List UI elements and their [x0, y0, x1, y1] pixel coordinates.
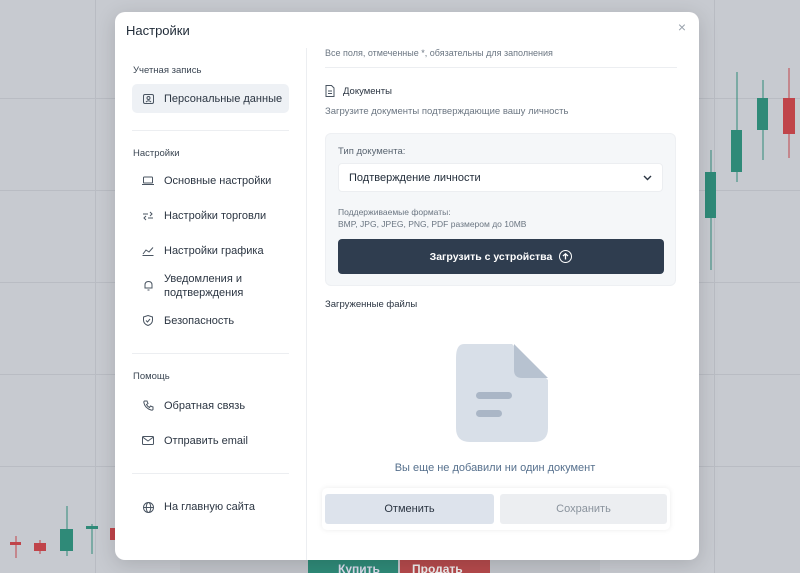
documents-subtitle: Загрузите документы подтверждающие вашу … — [325, 106, 569, 117]
save-button[interactable]: Сохранить — [500, 494, 667, 524]
candle — [10, 536, 21, 558]
sidebar-item-label: Уведомления и подтверждения — [164, 272, 244, 299]
sell-button[interactable]: Продать — [400, 559, 490, 573]
documents-heading: Документы — [325, 85, 682, 97]
upload-icon — [559, 250, 573, 263]
candle — [705, 150, 716, 270]
settings-modal: Настройки × Учетная запись Персональные … — [115, 12, 699, 560]
sidebar-item-notifications[interactable]: Уведомления и подтверждения — [132, 268, 289, 303]
doc-type-label: Тип документа: — [338, 146, 406, 157]
divider — [325, 67, 677, 68]
sidebar-item-label: Основные настройки — [164, 175, 272, 187]
candle — [783, 68, 795, 158]
sidebar-item-label: Настройки графика — [164, 244, 264, 257]
phone-icon — [142, 400, 154, 412]
settings-content: Все поля, отмеченные *, обязательны для … — [308, 48, 699, 560]
buy-button[interactable]: Купить — [308, 559, 398, 573]
settings-sidebar: Учетная запись Персональные данные Настр… — [115, 48, 307, 560]
documents-title: Документы — [343, 85, 392, 97]
globe-icon — [142, 501, 154, 513]
laptop-icon — [142, 175, 154, 187]
sidebar-group-title: Настройки — [133, 148, 180, 159]
upload-button-label: Загрузить с устройства — [429, 250, 553, 263]
id-card-icon — [142, 93, 154, 105]
sidebar-item-send-email[interactable]: Отправить email — [132, 423, 289, 458]
sidebar-item-label: Обратная связь — [164, 399, 246, 412]
sidebar-item-label: Отправить email — [164, 434, 248, 447]
formats-label: Поддерживаемые форматы: — [338, 207, 451, 217]
empty-document-icon — [456, 344, 548, 442]
required-fields-note: Все поля, отмеченные *, обязательны для … — [325, 48, 553, 58]
upload-from-device-button[interactable]: Загрузить с устройства — [338, 239, 664, 274]
doc-type-value: Подтверждение личности — [349, 171, 481, 184]
sidebar-item-chart-settings[interactable]: Настройки графика — [132, 233, 289, 268]
upload-card: Тип документа: Подтверждение личности По… — [325, 133, 676, 286]
cancel-button[interactable]: Отменить — [325, 494, 494, 524]
sidebar-item-label: На главную сайта — [164, 501, 255, 513]
sidebar-group-title: Помощь — [133, 371, 170, 382]
modal-footer: Отменить Сохранить — [322, 488, 670, 530]
sidebar-item-label: Персональные данные — [164, 92, 283, 105]
candle — [34, 540, 46, 554]
exchange-icon — [142, 210, 154, 222]
sidebar-group-title: Учетная запись — [133, 65, 202, 76]
grid-line — [714, 0, 715, 573]
document-icon — [325, 85, 335, 97]
empty-files-message: Вы еще не добавили ни один документ — [394, 462, 596, 474]
supported-formats: Поддерживаемые форматы: BMP, JPG, JPEG, … — [338, 206, 663, 230]
doc-type-select[interactable]: Подтверждение личности — [338, 163, 663, 192]
bell-icon — [142, 280, 154, 292]
sidebar-item-personal-data[interactable]: Персональные данные — [132, 84, 289, 113]
close-icon[interactable]: × — [675, 20, 689, 34]
modal-title: Настройки — [126, 22, 190, 38]
shield-icon — [142, 315, 154, 327]
formats-list: BMP, JPG, JPEG, PNG, PDF размером до 10M… — [338, 219, 527, 229]
candle — [86, 524, 98, 554]
modal-header: Настройки × — [115, 12, 699, 48]
chart-icon — [142, 245, 154, 257]
sidebar-item-general-settings[interactable]: Основные настройки — [132, 164, 289, 198]
mail-icon — [142, 435, 154, 447]
grid-line — [95, 0, 96, 573]
candle — [757, 80, 768, 160]
sidebar-item-security[interactable]: Безопасность — [132, 303, 289, 338]
sidebar-item-label: Безопасность — [164, 314, 235, 327]
sidebar-item-home[interactable]: На главную сайта — [132, 490, 289, 524]
sidebar-item-label: Настройки торговли — [164, 209, 267, 222]
uploaded-files-title: Загруженные файлы — [325, 299, 418, 310]
chevron-down-icon — [643, 172, 652, 184]
candle — [731, 72, 742, 182]
sidebar-item-trading-settings[interactable]: Настройки торговли — [132, 198, 289, 233]
sidebar-item-feedback[interactable]: Обратная связь — [132, 388, 289, 423]
candle — [60, 506, 73, 556]
